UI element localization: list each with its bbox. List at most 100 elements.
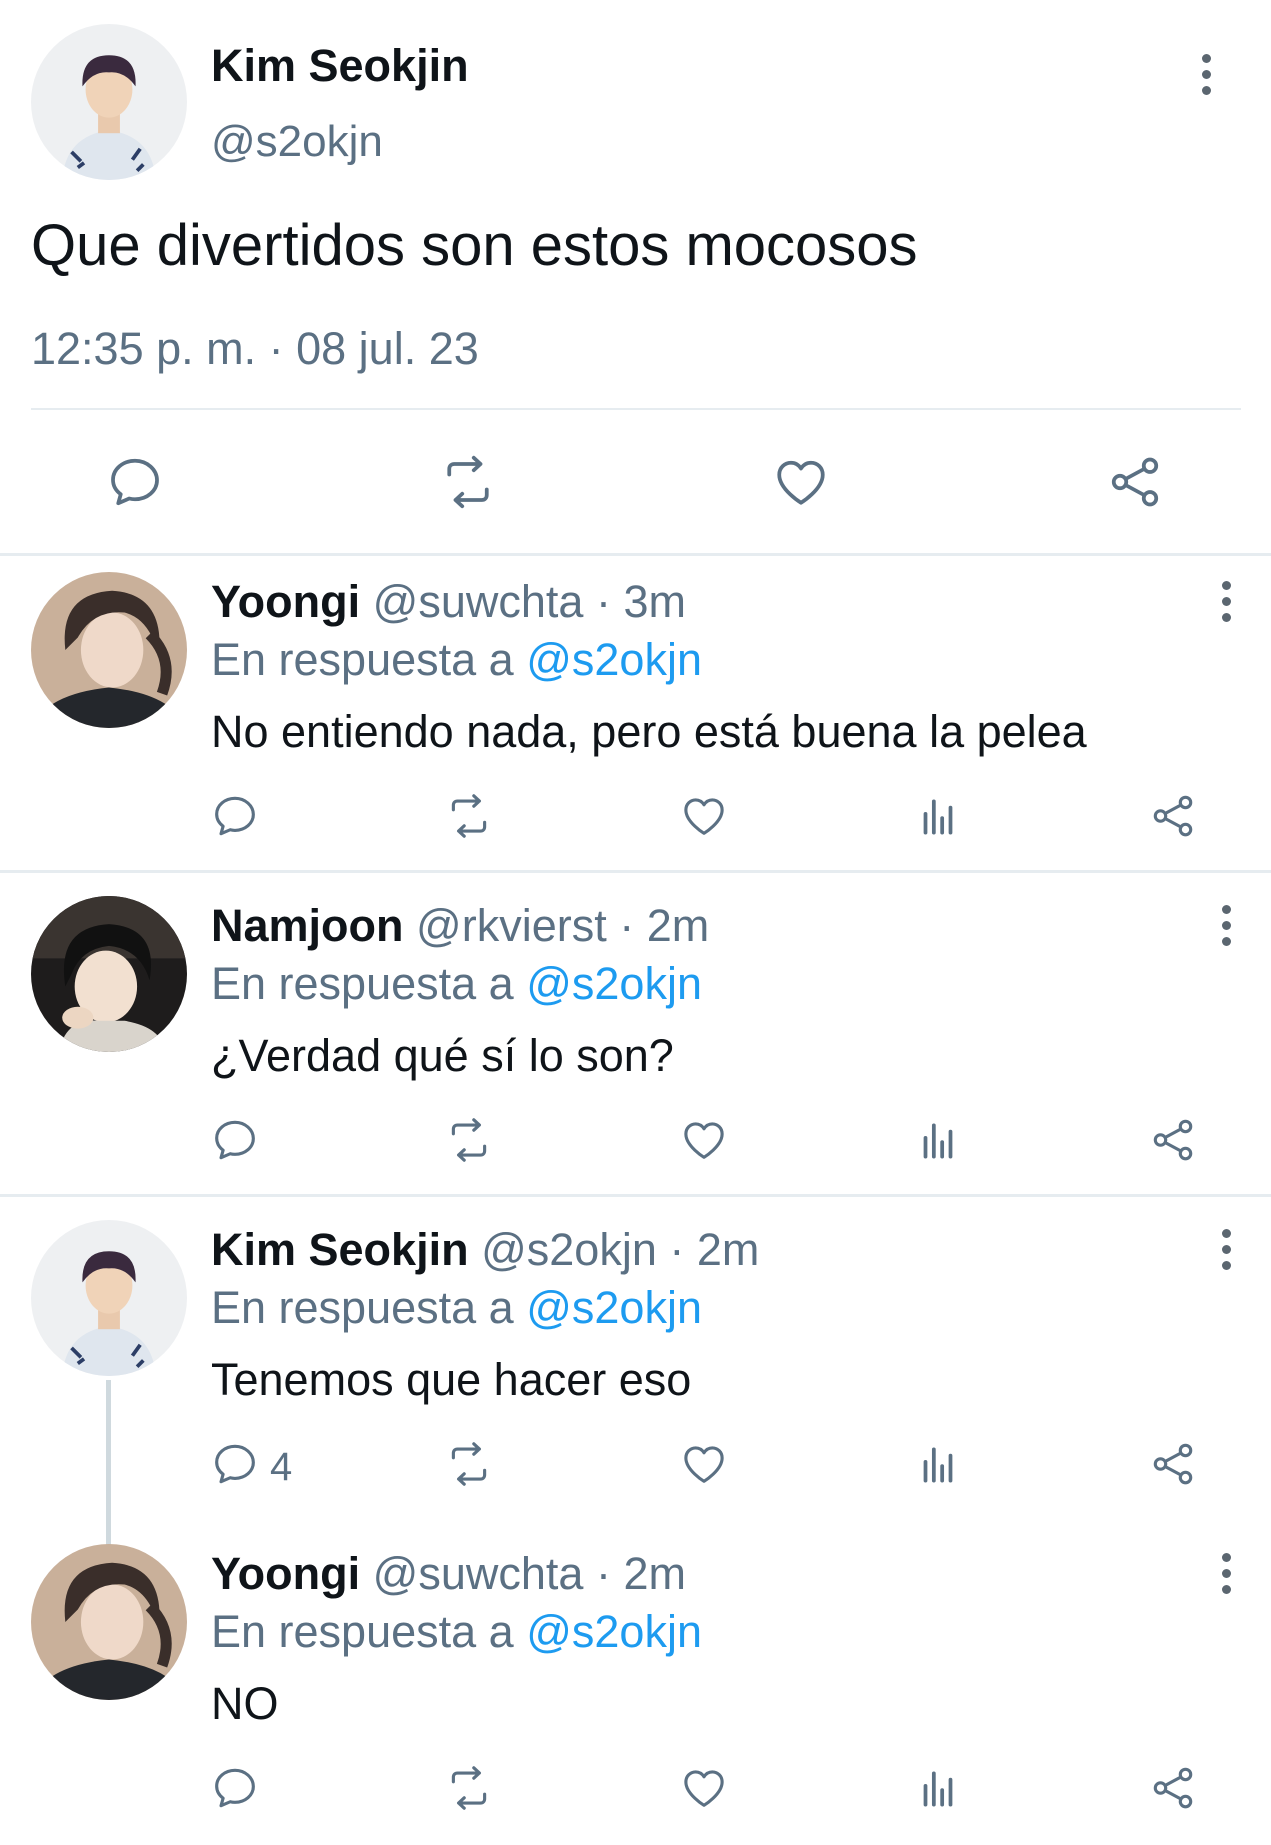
action-bar [0, 1763, 1271, 1819]
mention-link[interactable]: @s2okjn [526, 1282, 702, 1333]
reply-button[interactable] [210, 1763, 260, 1813]
like-button[interactable] [679, 791, 729, 841]
reply-context-label: En respuesta a [211, 634, 514, 685]
separator-dot: · [619, 900, 635, 951]
like-icon [777, 460, 825, 505]
reply-context-label: En respuesta a [211, 1606, 514, 1657]
avatar[interactable] [31, 896, 187, 1052]
retweet-icon [451, 1442, 487, 1486]
like-icon [684, 1770, 724, 1807]
reply-text: No entiendo nada, pero está buena la pel… [211, 706, 1087, 757]
analytics-icon [923, 1123, 953, 1159]
reply-context-label: En respuesta a [211, 1282, 514, 1333]
reply-button[interactable] [210, 1439, 260, 1489]
like-button[interactable] [679, 1115, 729, 1165]
share-button[interactable] [1148, 791, 1198, 841]
reply-header: Kim Seokjin @s2okjn · 2m [211, 1224, 759, 1276]
more-options-icon[interactable] [1215, 1226, 1239, 1274]
like-button[interactable] [771, 452, 831, 512]
reply-header: Namjoon @rkvierst · 2m [211, 900, 709, 952]
reply-context-label: En respuesta a [211, 958, 514, 1009]
reply-icon [215, 1120, 255, 1160]
reply-text: Tenemos que hacer eso [211, 1354, 692, 1405]
divider [0, 870, 1271, 873]
share-icon [1111, 457, 1159, 507]
reply-tweet[interactable]: Kim Seokjin @s2okjn · 2m En respuesta a … [0, 1204, 1271, 1524]
more-options-icon[interactable] [1195, 51, 1219, 99]
analytics-icon [923, 1771, 953, 1807]
reply-tweet[interactable]: Namjoon @rkvierst · 2m En respuesta a @s… [0, 880, 1271, 1200]
like-icon [684, 1446, 724, 1483]
reply-time: 2m [646, 900, 710, 951]
share-button[interactable] [1148, 1115, 1198, 1165]
like-icon [684, 798, 724, 835]
reply-context: En respuesta a @s2okjn [211, 1606, 702, 1658]
reply-time: 2m [696, 1224, 760, 1275]
reply-button[interactable] [210, 791, 260, 841]
more-options-icon[interactable] [1215, 1550, 1239, 1598]
author-name[interactable]: Kim Seokjin [211, 1224, 469, 1275]
share-button[interactable] [1105, 452, 1165, 512]
analytics-icon [923, 1447, 953, 1483]
more-options-icon[interactable] [1215, 578, 1239, 626]
retweet-button[interactable] [444, 1439, 494, 1489]
avatar[interactable] [31, 1220, 187, 1376]
share-icon [1153, 1767, 1193, 1809]
reply-tweet[interactable]: Yoongi @suwchta · 3m En respuesta a @s2o… [0, 556, 1271, 876]
retweet-button[interactable] [444, 791, 494, 841]
reply-time: 2m [623, 1548, 686, 1599]
like-button[interactable] [679, 1763, 729, 1813]
reply-header: Yoongi @suwchta · 2m [211, 1548, 686, 1600]
retweet-button[interactable] [444, 1763, 494, 1813]
reply-text: NO [211, 1678, 279, 1729]
separator-dot: · [669, 1224, 685, 1275]
retweet-button[interactable] [444, 1115, 494, 1165]
mention-link[interactable]: @s2okjn [526, 634, 702, 685]
analytics-button[interactable] [913, 1763, 963, 1813]
avatar[interactable] [31, 24, 187, 180]
author-name[interactable]: Yoongi [211, 1548, 360, 1599]
action-bar [0, 791, 1271, 847]
analytics-button[interactable] [913, 791, 963, 841]
avatar[interactable] [31, 1544, 187, 1700]
reply-context: En respuesta a @s2okjn [211, 958, 702, 1010]
reply-context: En respuesta a @s2okjn [211, 634, 702, 686]
author-handle[interactable]: @s2okjn [211, 117, 383, 167]
more-options-icon[interactable] [1215, 902, 1239, 950]
like-button[interactable] [679, 1439, 729, 1489]
separator-dot: · [595, 1548, 611, 1599]
reply-tweet[interactable]: Yoongi @suwchta · 2m En respuesta a @s2o… [0, 1528, 1271, 1845]
reply-icon [111, 458, 159, 506]
author-name[interactable]: Kim Seokjin [211, 40, 469, 92]
share-icon [1153, 1119, 1193, 1161]
like-icon [684, 1122, 724, 1159]
share-button[interactable] [1148, 1439, 1198, 1489]
reply-count: 4 [270, 1445, 293, 1489]
analytics-button[interactable] [913, 1439, 963, 1489]
mention-link[interactable]: @s2okjn [526, 1606, 702, 1657]
analytics-button[interactable] [913, 1115, 963, 1165]
mention-link[interactable]: @s2okjn [526, 958, 702, 1009]
share-button[interactable] [1148, 1763, 1198, 1813]
reply-icon [215, 1768, 255, 1808]
author-name[interactable]: Yoongi [211, 576, 360, 627]
reply-button[interactable] [105, 452, 165, 512]
reply-context: En respuesta a @s2okjn [211, 1282, 702, 1334]
author-handle[interactable]: @suwchta [373, 1548, 584, 1599]
retweet-icon [451, 794, 487, 838]
reply-icon [215, 796, 255, 836]
author-handle[interactable]: @s2okjn [481, 1224, 657, 1275]
analytics-icon [923, 799, 953, 835]
action-bar: 4 [0, 1439, 1271, 1495]
reply-button[interactable] [210, 1115, 260, 1165]
author-handle[interactable]: @suwchta [373, 576, 584, 627]
reply-text: ¿Verdad qué sí lo son? [211, 1030, 674, 1081]
tweet-timestamp: 12:35 p. m. · 08 jul. 23 [31, 323, 479, 374]
author-handle[interactable]: @rkvierst [416, 900, 607, 951]
divider [31, 408, 1241, 410]
author-name[interactable]: Namjoon [211, 900, 404, 951]
separator-dot: · [595, 576, 611, 627]
retweet-button[interactable] [438, 452, 498, 512]
avatar[interactable] [31, 572, 187, 728]
retweet-icon [451, 1118, 487, 1162]
